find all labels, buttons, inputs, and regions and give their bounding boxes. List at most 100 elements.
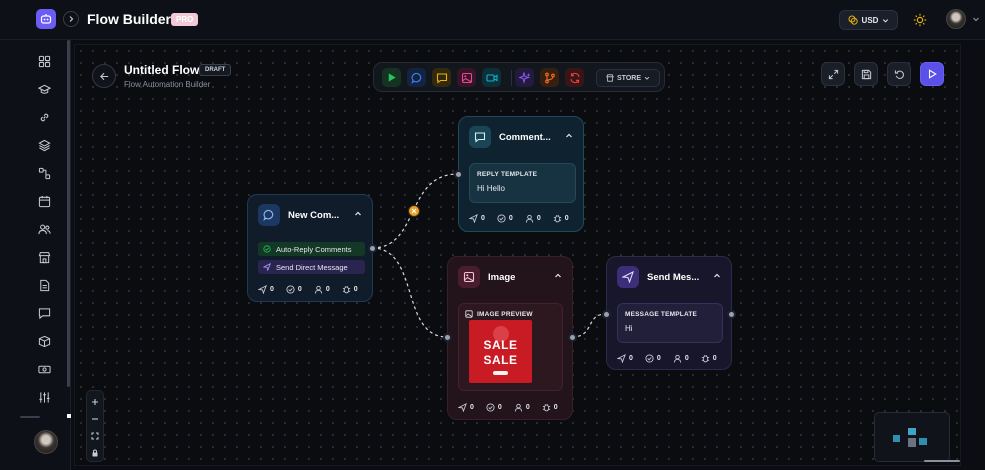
cash-icon[interactable] (36, 361, 52, 377)
user-avatar[interactable] (946, 9, 966, 29)
toolbar-divider (511, 70, 512, 86)
fullscreen-button[interactable] (821, 62, 845, 86)
option-auto-reply[interactable]: Auto-Reply Comments (258, 242, 365, 256)
panel-label: IMAGE PREVIEW (477, 310, 533, 318)
undo-button[interactable] (887, 62, 911, 86)
theme-toggle-button[interactable] (911, 11, 929, 29)
save-button[interactable] (854, 62, 878, 86)
back-button[interactable] (92, 64, 116, 88)
node-comment-reply[interactable]: Comment... REPLY TEMPLATE Hi Hello 0 0 0… (454, 116, 584, 232)
fit-view-button[interactable] (90, 431, 100, 441)
sidebar-marker (67, 414, 71, 418)
output-handle[interactable] (727, 310, 736, 319)
option-send-dm[interactable]: Send Direct Message (258, 260, 365, 274)
dashboard-icon[interactable] (36, 53, 52, 69)
users-icon[interactable] (36, 221, 52, 237)
top-bar: Flow Builder PRO USD (0, 0, 985, 40)
chevron-down-icon[interactable] (972, 15, 980, 23)
output-handle[interactable] (568, 333, 577, 342)
send-icon (263, 263, 271, 271)
user-icon (514, 403, 522, 412)
node-stats: 0 0 0 0 (458, 403, 558, 412)
preview-button (493, 371, 508, 375)
message-square-icon[interactable] (432, 68, 451, 87)
sidebar-scrollbar[interactable] (67, 40, 70, 387)
link-icon[interactable] (36, 109, 52, 125)
check-circle-icon (486, 403, 495, 412)
sidebar-user-avatar[interactable] (34, 430, 58, 454)
lock-icon (92, 449, 98, 457)
zoom-out-button[interactable] (90, 414, 100, 424)
play-icon[interactable] (382, 68, 401, 87)
fit-icon (91, 432, 99, 440)
flow-title[interactable]: Untitled Flow (124, 63, 199, 77)
chat-bubble-icon[interactable] (407, 68, 426, 87)
message-square-icon (469, 126, 491, 148)
image-icon[interactable] (457, 68, 476, 87)
panel-label: MESSAGE TEMPLATE (625, 311, 698, 318)
image-icon (465, 310, 473, 318)
send-icon (617, 266, 639, 288)
image-preview-thumbnail[interactable]: SALE SALE (469, 320, 532, 383)
sparkles-icon[interactable] (515, 68, 534, 87)
undo-icon (894, 69, 904, 79)
coins-icon (848, 15, 858, 25)
video-icon[interactable] (482, 68, 501, 87)
node-stats: 0 0 0 0 (469, 214, 569, 223)
node-new-comment[interactable]: New Com... Auto-Reply Comments Send Dire… (247, 194, 377, 302)
reply-template-panel[interactable]: REPLY TEMPLATE Hi Hello (469, 163, 576, 203)
git-branch-icon[interactable] (540, 68, 559, 87)
chat-icon[interactable] (36, 305, 52, 321)
output-handle[interactable] (368, 244, 377, 253)
zoom-in-button[interactable] (90, 397, 100, 407)
node-title: Image (488, 271, 516, 283)
graduation-cap-icon[interactable] (36, 81, 52, 97)
expand-icon (828, 69, 838, 79)
sliders-icon[interactable] (36, 389, 52, 405)
box-icon[interactable] (36, 333, 52, 349)
node-image[interactable]: Image IMAGE PREVIEW SALE SALE 0 0 0 0 (443, 256, 577, 420)
currency-selector[interactable]: USD (839, 10, 898, 30)
plus-icon (92, 399, 98, 405)
preview-text: SALE (483, 353, 518, 367)
sidebar-toggle-button[interactable] (63, 11, 79, 27)
bug-icon (342, 286, 350, 294)
option-label: Auto-Reply Comments (276, 244, 352, 254)
input-handle[interactable] (454, 170, 463, 179)
collapse-node-button[interactable] (552, 270, 564, 282)
bot-icon (40, 14, 52, 24)
node-send-message[interactable]: Send Mes... MESSAGE TEMPLATE Hi 0 0 0 0 (602, 256, 736, 370)
minimap[interactable] (874, 412, 950, 462)
input-handle[interactable] (443, 333, 452, 342)
app-title: Flow Builder (87, 11, 171, 27)
send-icon (469, 214, 478, 223)
chevron-right-icon (69, 16, 74, 22)
chevron-up-icon (714, 273, 720, 278)
minimap-scrollbar[interactable] (924, 460, 960, 462)
refresh-icon[interactable] (565, 68, 584, 87)
option-label: Send Direct Message (276, 262, 348, 272)
run-button[interactable] (920, 62, 944, 86)
sidebar-divider (20, 416, 40, 418)
chevron-down-icon (644, 76, 650, 80)
calendar-icon[interactable] (36, 193, 52, 209)
node-toolbar: STORE (373, 62, 665, 92)
lock-button[interactable] (90, 448, 100, 458)
layers-icon[interactable] (36, 137, 52, 153)
check-circle-icon (286, 285, 295, 294)
store-button[interactable]: STORE (596, 69, 660, 87)
chevron-up-icon (566, 133, 572, 138)
input-handle[interactable] (602, 310, 611, 319)
flow-icon[interactable] (36, 165, 52, 181)
app-logo[interactable] (36, 9, 56, 29)
node-title: Send Mes... (647, 271, 700, 283)
document-icon[interactable] (36, 277, 52, 293)
store-icon[interactable] (36, 249, 52, 265)
sun-icon (913, 13, 927, 27)
message-template-panel[interactable]: MESSAGE TEMPLATE Hi (617, 303, 723, 343)
collapse-node-button[interactable] (563, 130, 575, 142)
collapse-node-button[interactable] (711, 270, 723, 282)
node-title: New Com... (288, 209, 340, 221)
collapse-node-button[interactable] (352, 208, 364, 220)
node-title: Comment... (499, 131, 551, 143)
